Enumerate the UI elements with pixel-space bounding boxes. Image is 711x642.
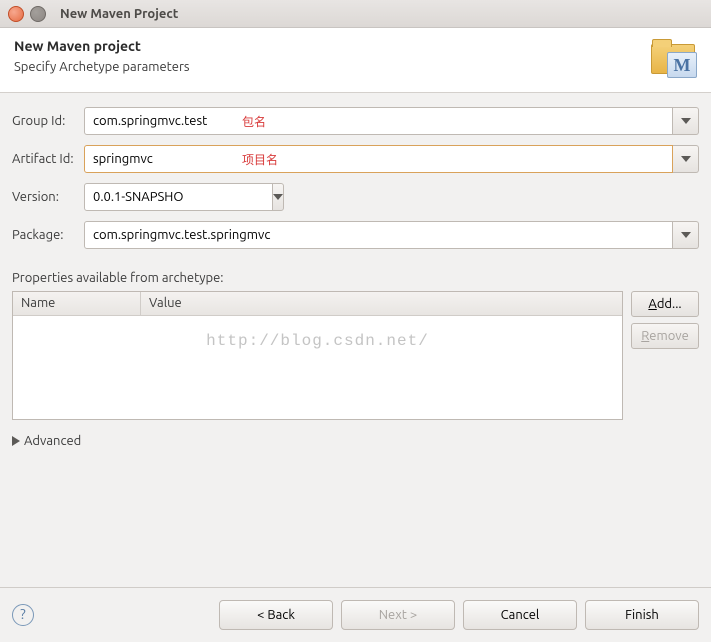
chevron-right-icon xyxy=(12,436,20,446)
chevron-down-icon xyxy=(681,232,691,238)
form-area: Group Id: 包名 Artifact Id: 项目名 Version: P… xyxy=(0,93,711,265)
col-name[interactable]: Name xyxy=(13,292,141,315)
watermark-text: http://blog.csdn.net/ xyxy=(206,332,429,350)
advanced-toggle[interactable]: Advanced xyxy=(0,428,711,458)
chevron-down-icon xyxy=(681,156,691,162)
version-combo xyxy=(84,183,240,211)
help-icon[interactable]: ? xyxy=(12,604,34,626)
maven-icon: M xyxy=(651,38,697,78)
artifact-id-combo: 项目名 xyxy=(84,145,699,173)
package-combo xyxy=(84,221,699,249)
add-button[interactable]: Add... xyxy=(631,291,699,317)
minimize-icon[interactable] xyxy=(30,6,46,22)
package-dropdown[interactable] xyxy=(673,221,699,249)
artifact-id-input[interactable] xyxy=(84,145,673,173)
version-label: Version: xyxy=(12,190,84,204)
wizard-title: New Maven project xyxy=(14,38,190,54)
group-id-dropdown[interactable] xyxy=(673,107,699,135)
properties-label: Properties available from archetype: xyxy=(0,265,711,291)
next-button: Next > xyxy=(341,600,455,630)
advanced-label: Advanced xyxy=(24,434,81,448)
group-id-combo: 包名 xyxy=(84,107,699,135)
wizard-header: New Maven project Specify Archetype para… xyxy=(0,28,711,93)
package-label: Package: xyxy=(12,228,84,242)
col-value[interactable]: Value xyxy=(141,292,622,315)
artifact-id-dropdown[interactable] xyxy=(673,145,699,173)
artifact-id-label: Artifact Id: xyxy=(12,152,84,166)
properties-table[interactable]: Name Value http://blog.csdn.net/ xyxy=(12,291,623,420)
back-button[interactable]: < Back xyxy=(219,600,333,630)
chevron-down-icon xyxy=(681,118,691,124)
table-header: Name Value xyxy=(13,292,622,316)
wizard-subtitle: Specify Archetype parameters xyxy=(14,60,190,74)
window-titlebar: New Maven Project xyxy=(0,0,711,28)
version-dropdown[interactable] xyxy=(272,183,284,211)
close-icon[interactable] xyxy=(8,6,24,22)
cancel-button[interactable]: Cancel xyxy=(463,600,577,630)
group-id-input[interactable] xyxy=(84,107,673,135)
footer: ? < Back Next > Cancel Finish xyxy=(0,587,711,642)
version-input[interactable] xyxy=(84,183,273,211)
package-input[interactable] xyxy=(84,221,673,249)
chevron-down-icon xyxy=(273,194,283,200)
window-title: New Maven Project xyxy=(60,7,178,21)
finish-button[interactable]: Finish xyxy=(585,600,699,630)
table-body: http://blog.csdn.net/ xyxy=(13,316,622,419)
group-id-label: Group Id: xyxy=(12,114,84,128)
remove-button: Remove xyxy=(631,323,699,349)
